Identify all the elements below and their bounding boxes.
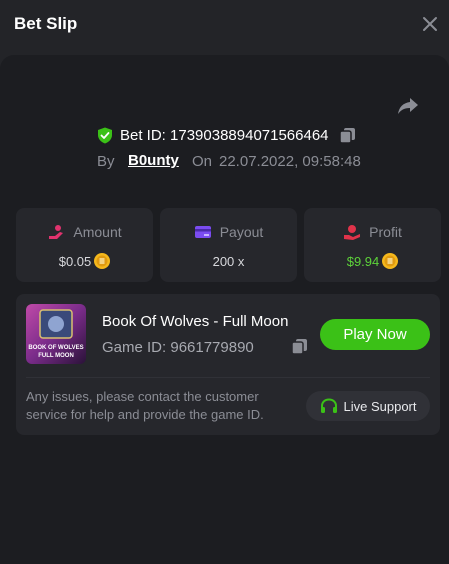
modal-title: Bet Slip [14, 14, 78, 33]
live-support-label: Live Support [343, 398, 417, 414]
copy-icon[interactable] [291, 338, 308, 355]
divider [26, 377, 430, 378]
payout-value: 200 x [212, 253, 245, 269]
payout-card-icon [194, 226, 211, 238]
game-thumbnail[interactable]: BOOK OF WOLVES FULL MOON [26, 304, 86, 364]
by-label: By [97, 153, 115, 170]
copy-icon[interactable] [339, 127, 356, 144]
game-title: Book Of Wolves - Full Moon [102, 313, 289, 330]
modal-header: Bet Slip [0, 0, 449, 52]
amount-label: Amount [73, 224, 122, 240]
stat-profit: Profit $9.94 [304, 208, 441, 282]
on-label: On [192, 153, 213, 170]
profit-hand-icon [344, 225, 361, 240]
headset-icon [320, 397, 337, 413]
thumb-text-1: BOOK OF WOLVES [28, 345, 83, 351]
user-link[interactable]: B0unty [128, 152, 179, 169]
profit-value: $9.94 [346, 253, 380, 269]
bet-slip-modal: Bet Slip Bet ID: 1739038894071566464 By … [0, 0, 449, 564]
profit-label: Profit [369, 224, 402, 240]
stat-payout: Payout 200 x [160, 208, 297, 282]
stat-amount: Amount $0.05 [16, 208, 153, 282]
amount-icon [49, 225, 64, 239]
bet-date: 22.07.2022, 09:58:48 [219, 153, 361, 170]
bet-id: Bet ID: 1739038894071566464 [120, 127, 329, 144]
close-icon[interactable] [420, 14, 440, 34]
coin-icon [94, 253, 111, 269]
game-id: Game ID: 9661779890 [102, 339, 254, 356]
live-support-button[interactable]: Live Support [306, 391, 430, 421]
support-message: Any issues, please contact the customer … [26, 389, 264, 422]
payout-label: Payout [219, 224, 264, 240]
play-now-button[interactable]: Play Now [320, 319, 430, 350]
coin-icon [382, 253, 399, 269]
shield-check-icon [98, 127, 112, 144]
share-icon[interactable] [396, 96, 420, 116]
thumb-text-2: FULL MOON [38, 353, 74, 359]
amount-value: $0.05 [58, 253, 92, 269]
